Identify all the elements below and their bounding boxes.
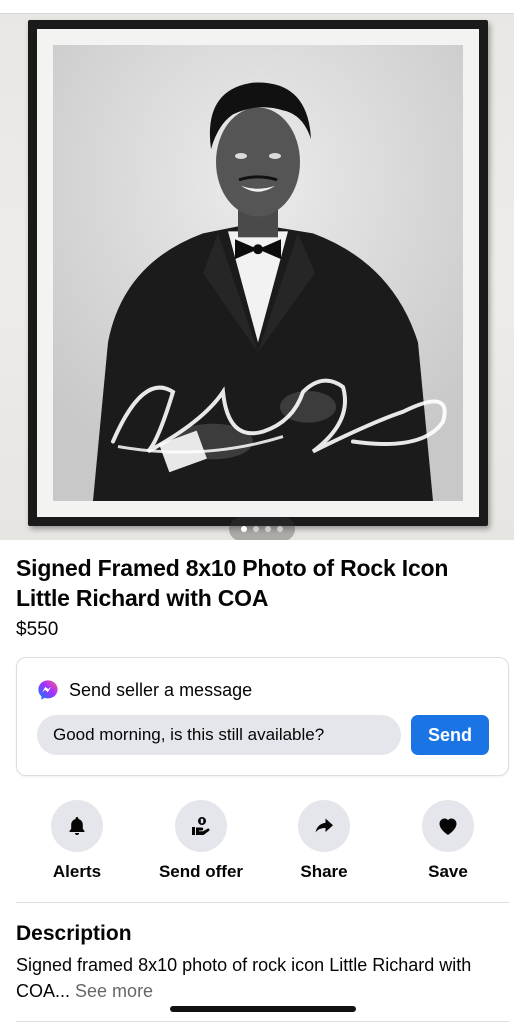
message-card-header: Send seller a message [37,679,252,701]
listing-price: $550 [16,619,59,640]
send-offer-circle[interactable] [175,800,227,852]
see-more-link[interactable]: See more [75,981,153,1001]
carousel-dot-active[interactable] [241,526,247,532]
share-circle[interactable] [298,800,350,852]
share-icon [315,818,333,833]
send-offer-icon [192,817,210,835]
portrait-illustration [53,45,463,501]
photo-mat [37,29,479,517]
alerts-label: Alerts [52,862,102,881]
listing-title: Signed Framed 8x10 Photo of Rock Icon Li… [16,555,449,611]
carousel-dot[interactable] [277,526,283,532]
action-bar: Alerts Send offer Share Save [0,800,514,890]
send-offer-button[interactable]: Send offer [146,800,256,882]
share-button[interactable]: Share [269,800,379,882]
send-offer-label: Send offer [158,862,244,881]
alerts-button[interactable]: Alerts [22,800,132,882]
description-text: Signed framed 8x10 photo of rock icon Li… [16,952,502,1004]
bottom-divider [16,1021,509,1022]
save-button[interactable]: Save [393,800,503,882]
save-circle[interactable] [422,800,474,852]
save-label: Save [428,862,468,881]
listing-photo[interactable] [53,45,463,501]
home-indicator[interactable] [170,1006,356,1012]
send-message-card: Send seller a message Good morning, is t… [16,657,509,776]
messenger-icon [38,680,58,700]
message-input[interactable]: Good morning, is this still available? [37,715,401,755]
carousel-page-indicator[interactable] [229,517,295,540]
carousel-dot[interactable] [253,526,259,532]
message-card-heading: Send seller a message [69,679,253,700]
description-heading: Description [16,922,132,945]
heart-icon [439,818,457,835]
carousel-dot[interactable] [265,526,271,532]
listing-photo-carousel[interactable] [0,14,514,540]
section-divider [16,902,509,903]
bell-icon [69,817,85,835]
send-button[interactable]: Send [411,715,489,755]
share-label: Share [300,862,348,881]
alerts-circle[interactable] [51,800,103,852]
photo-frame [28,20,488,526]
